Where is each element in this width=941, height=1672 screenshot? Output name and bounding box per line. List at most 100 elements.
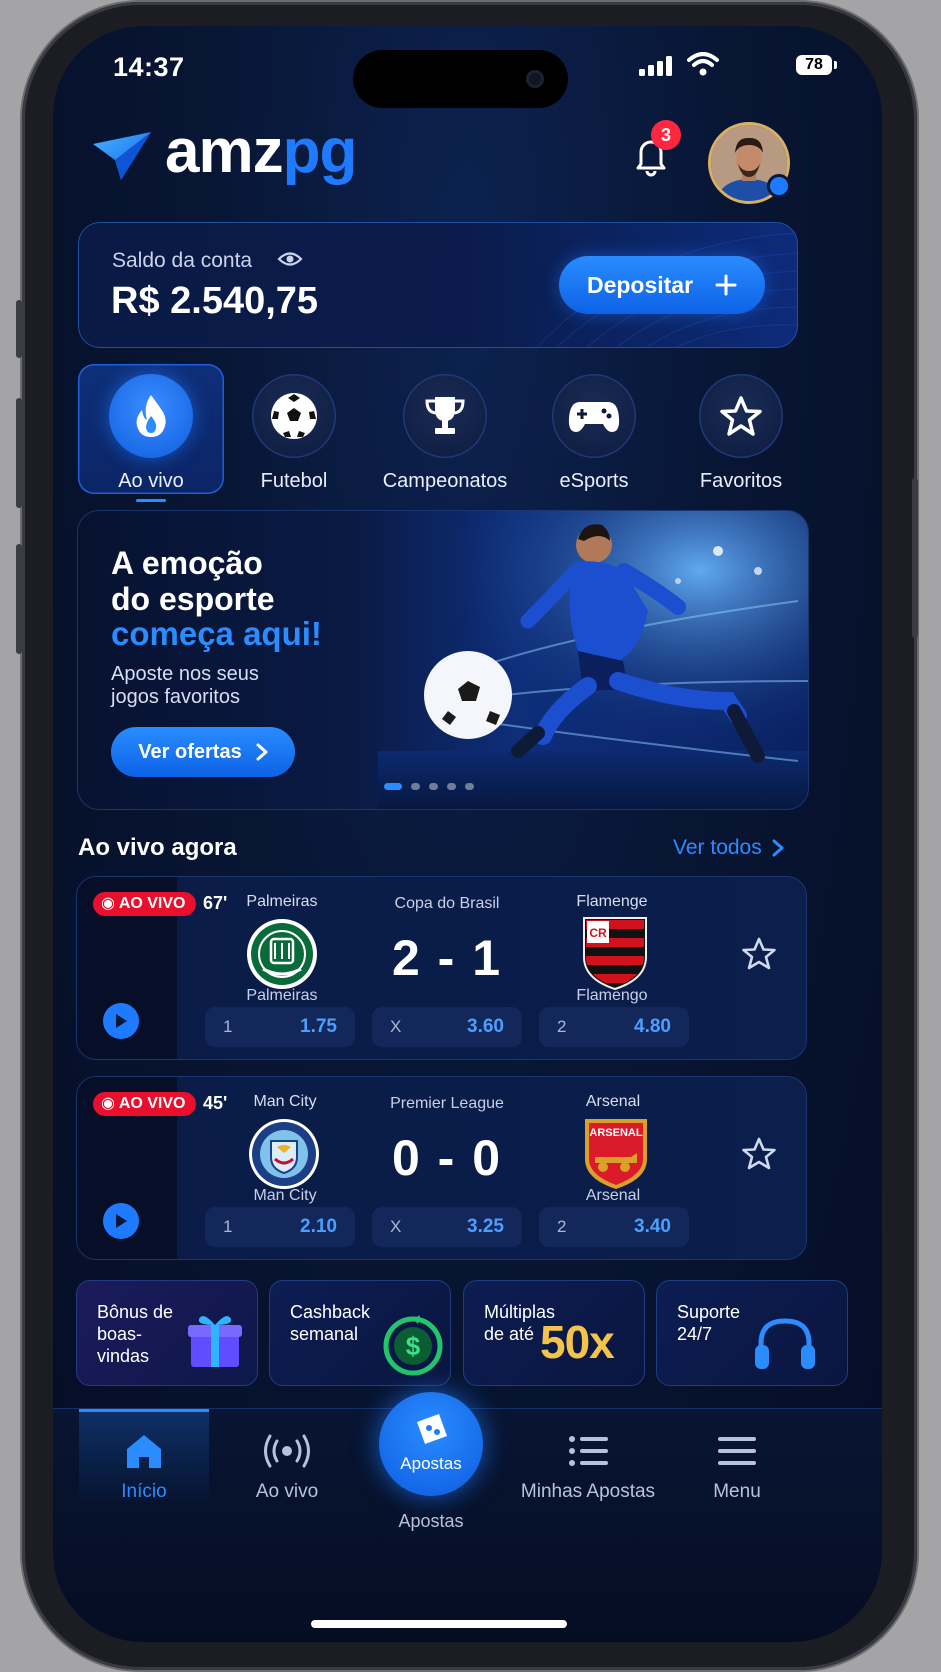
eye-icon[interactable] bbox=[277, 250, 303, 268]
carousel-dot[interactable] bbox=[411, 783, 420, 790]
category-futebol[interactable]: Futebol bbox=[221, 364, 367, 494]
power-button bbox=[912, 478, 918, 638]
category-label: Campeonatos bbox=[382, 470, 508, 492]
match-minute: 45' bbox=[203, 1093, 228, 1113]
promo-text: Cashback semanal bbox=[290, 1302, 371, 1344]
plus-icon bbox=[715, 274, 737, 296]
favorite-star-icon[interactable] bbox=[741, 937, 777, 971]
category-icon-wrap bbox=[252, 374, 336, 458]
balance-card: Saldo da conta R$ 2.540,75 Depositar bbox=[78, 222, 798, 348]
category-icon-wrap bbox=[699, 374, 783, 458]
play-stream-button[interactable] bbox=[103, 1203, 139, 1239]
play-icon bbox=[116, 1014, 127, 1028]
odd-value: 3.40 bbox=[634, 1216, 671, 1237]
match-score: 2 - 1 bbox=[391, 930, 503, 986]
see-all-label: Ver todos bbox=[673, 836, 762, 859]
app-logo[interactable]: amzpg bbox=[165, 116, 358, 187]
gamepad-icon bbox=[568, 402, 620, 432]
odd-draw-button[interactable]: X 3.25 bbox=[372, 1207, 522, 1247]
balance-label: Saldo da conta bbox=[112, 249, 253, 272]
gift-icon bbox=[188, 1316, 242, 1367]
match-card[interactable]: ◉ AO VIVO 45' Man City Man City Premier … bbox=[76, 1076, 807, 1260]
home-team-name: Palmeiras bbox=[246, 893, 318, 910]
banner-title-line1: A emoção bbox=[111, 545, 263, 581]
app-screen: 14:37 78 amzpg 3 Saldo da conta R$ 2.540… bbox=[53, 26, 882, 1642]
promo-card-multiples[interactable]: Múltiplas de até 50x bbox=[463, 1280, 645, 1386]
carousel-dot[interactable] bbox=[465, 783, 474, 790]
favorite-star-icon[interactable] bbox=[741, 1137, 777, 1171]
signal-icon bbox=[639, 56, 672, 76]
deposit-label: Depositar bbox=[586, 271, 694, 298]
odd-key: 2 bbox=[557, 1017, 567, 1036]
odd-home-button[interactable]: 1 1.75 bbox=[205, 1007, 355, 1047]
home-icon bbox=[127, 1435, 161, 1468]
away-team-name: Flamenge bbox=[576, 893, 648, 910]
arsenal-crest-icon: ARSENAL bbox=[585, 1119, 647, 1189]
promo-card-support[interactable]: Suporte 24/7 bbox=[656, 1280, 848, 1386]
odd-key: X bbox=[390, 1217, 402, 1236]
fire-icon bbox=[136, 395, 166, 437]
nav-home[interactable]: Início bbox=[74, 1429, 214, 1503]
bet-ticket-icon bbox=[417, 1414, 447, 1444]
category-icon-wrap bbox=[109, 374, 193, 458]
odd-away-button[interactable]: 2 4.80 bbox=[539, 1007, 689, 1047]
banner-title: A emoção do esporte bbox=[111, 545, 391, 617]
svg-text:$: $ bbox=[406, 1331, 421, 1361]
nav-menu[interactable]: Menu bbox=[667, 1429, 807, 1503]
category-campeonatos[interactable]: Campeonatos bbox=[370, 364, 520, 494]
banner-title-highlight: começa aqui! bbox=[111, 615, 322, 652]
promo-banner[interactable]: A emoção do esporte começa aqui! Aposte … bbox=[77, 510, 809, 810]
nav-live[interactable]: Ao vivo bbox=[217, 1429, 357, 1503]
notification-badge: 3 bbox=[651, 120, 681, 150]
odd-value: 2.10 bbox=[300, 1216, 337, 1237]
see-offers-button[interactable]: Ver ofertas bbox=[111, 727, 295, 777]
live-section-title: Ao vivo agora bbox=[78, 834, 237, 861]
carousel-dot[interactable] bbox=[429, 783, 438, 790]
side-button bbox=[16, 300, 22, 358]
promo-text: Bônus de boas-vindas bbox=[97, 1302, 174, 1366]
odd-home-button[interactable]: 1 2.10 bbox=[205, 1207, 355, 1247]
odd-value: 1.75 bbox=[300, 1016, 337, 1037]
play-icon bbox=[116, 1214, 127, 1228]
list-icon bbox=[569, 1436, 608, 1466]
footballer-illustration bbox=[378, 511, 808, 809]
play-stream-button[interactable] bbox=[103, 1003, 139, 1039]
carousel-dot-active[interactable] bbox=[384, 783, 402, 790]
category-favoritos[interactable]: Favoritos bbox=[668, 364, 814, 494]
bets-fab-button[interactable]: Apostas bbox=[379, 1392, 483, 1496]
category-ao-vivo[interactable]: Ao vivo bbox=[78, 364, 224, 502]
match-league: Copa do Brasil bbox=[394, 895, 500, 912]
camera-icon bbox=[526, 70, 544, 88]
man-city-crest-icon bbox=[249, 1119, 319, 1189]
away-team-label: Arsenal bbox=[585, 1187, 641, 1204]
logo-text-accent: pg bbox=[282, 117, 358, 186]
status-time: 14:37 bbox=[113, 52, 185, 82]
odd-key: 1 bbox=[223, 1017, 233, 1036]
promo-highlight: 50x bbox=[540, 1316, 615, 1368]
see-all-link[interactable]: Ver todos bbox=[673, 836, 784, 860]
volume-down-button bbox=[16, 544, 22, 654]
carousel-dots[interactable] bbox=[384, 783, 474, 790]
promo-card-welcome-bonus[interactable]: Bônus de boas-vindas bbox=[76, 1280, 258, 1386]
odd-draw-button[interactable]: X 3.60 bbox=[372, 1007, 522, 1047]
nav-my-bets[interactable]: Minhas Apostas bbox=[503, 1429, 673, 1503]
match-card[interactable]: ◉ AO VIVO 67' Palmeiras Palmeiras Copa d… bbox=[76, 876, 807, 1060]
home-indicator[interactable] bbox=[311, 1620, 567, 1628]
palmeiras-crest-icon bbox=[247, 919, 317, 989]
chevron-right-icon bbox=[256, 743, 268, 761]
active-indicator bbox=[136, 499, 166, 502]
home-team-name: Man City bbox=[253, 1093, 317, 1110]
home-team-label: Man City bbox=[253, 1187, 317, 1204]
paper-plane-logo-icon bbox=[93, 132, 151, 180]
deposit-button[interactable]: Depositar bbox=[559, 256, 765, 314]
hamburger-menu-icon bbox=[718, 1437, 756, 1465]
odd-away-button[interactable]: 2 3.40 bbox=[539, 1207, 689, 1247]
odd-key: X bbox=[390, 1017, 402, 1036]
promo-card-cashback[interactable]: Cashback semanal $ bbox=[269, 1280, 451, 1386]
category-esports[interactable]: eSports bbox=[521, 364, 667, 494]
carousel-dot[interactable] bbox=[447, 783, 456, 790]
nav-label: Início bbox=[121, 1481, 167, 1502]
category-label: Ao vivo bbox=[118, 470, 184, 492]
odd-key: 1 bbox=[223, 1217, 233, 1236]
see-offers-label: Ver ofertas bbox=[138, 740, 242, 763]
